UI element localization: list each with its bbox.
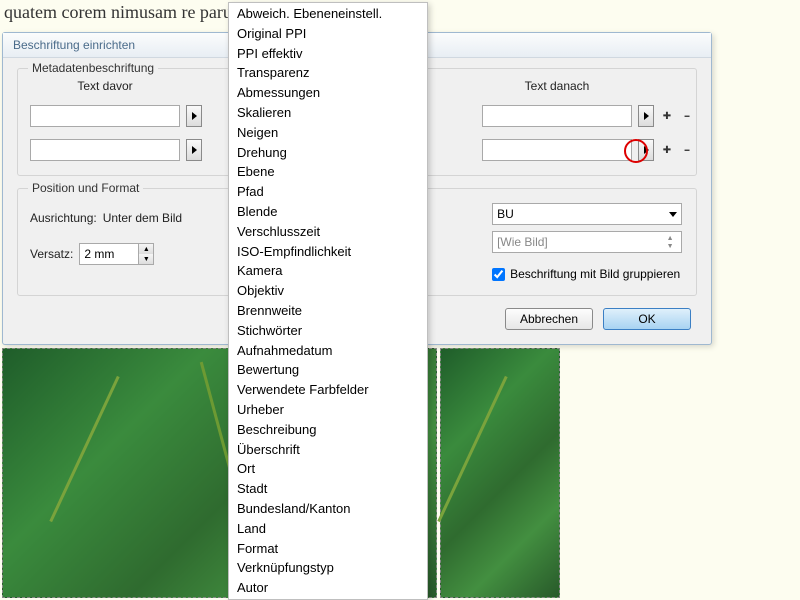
- menu-item[interactable]: Pfad: [229, 182, 427, 202]
- text-after-label: Text danach: [482, 79, 632, 93]
- menu-item[interactable]: Verschlusszeit: [229, 222, 427, 242]
- add-row-button-2[interactable]: [660, 143, 674, 157]
- spin-down-icon: ▼: [663, 242, 677, 250]
- spin-up-icon: ▲: [663, 234, 677, 242]
- menu-item[interactable]: Autor: [229, 578, 427, 598]
- menu-item[interactable]: Skalieren: [229, 103, 427, 123]
- offset-spinbox[interactable]: ▲▼: [79, 243, 154, 265]
- paragraph-style-value: BU: [497, 207, 514, 221]
- text-after-input-1[interactable]: [482, 105, 632, 127]
- group-checkbox-label: Beschriftung mit Bild gruppieren: [510, 267, 680, 281]
- text-after-menu-2[interactable]: [638, 139, 654, 161]
- alignment-label: Ausrichtung:: [30, 211, 97, 225]
- menu-item[interactable]: Urheber: [229, 400, 427, 420]
- menu-item[interactable]: Verwendete Farbfelder: [229, 380, 427, 400]
- menu-item[interactable]: Objektiv: [229, 281, 427, 301]
- layer-select[interactable]: [Wie Bild] ▲▼: [492, 231, 682, 253]
- menu-item[interactable]: Kamera: [229, 261, 427, 281]
- menu-item[interactable]: Bundesland/Kanton: [229, 499, 427, 519]
- ok-button[interactable]: OK: [603, 308, 691, 330]
- menu-item[interactable]: Stichwörter: [229, 321, 427, 341]
- menu-item[interactable]: PPI effektiv: [229, 44, 427, 64]
- text-after-menu-1[interactable]: [638, 105, 654, 127]
- chevron-right-icon: [644, 146, 649, 154]
- cancel-button[interactable]: Abbrechen: [505, 308, 593, 330]
- menu-item[interactable]: Ebene: [229, 162, 427, 182]
- menu-item[interactable]: Überschrift: [229, 440, 427, 460]
- text-before-label: Text davor: [30, 79, 180, 93]
- menu-item[interactable]: Ort: [229, 459, 427, 479]
- chevron-right-icon: [192, 112, 197, 120]
- chevron-right-icon: [192, 146, 197, 154]
- text-after-input-2[interactable]: [482, 139, 632, 161]
- menu-item[interactable]: Brennweite: [229, 301, 427, 321]
- offset-label: Versatz:: [30, 247, 73, 261]
- menu-item[interactable]: Format: [229, 539, 427, 559]
- paragraph-style-select[interactable]: BU: [492, 203, 682, 225]
- add-row-button-1[interactable]: [660, 109, 674, 123]
- menu-item[interactable]: Drehung: [229, 143, 427, 163]
- metadata-caption-title: Metadatenbeschriftung: [28, 61, 158, 75]
- menu-item[interactable]: Aufnahmedatum: [229, 341, 427, 361]
- position-format-title: Position und Format: [28, 181, 143, 195]
- alignment-value: Unter dem Bild: [103, 211, 182, 225]
- layer-value: [Wie Bild]: [497, 235, 548, 249]
- menu-item[interactable]: Abweich. Ebeneneinstell.: [229, 4, 427, 24]
- text-before-input-1[interactable]: [30, 105, 180, 127]
- menu-item[interactable]: Land: [229, 519, 427, 539]
- offset-input[interactable]: [79, 243, 139, 265]
- menu-item[interactable]: ISO-Empfindlichkeit: [229, 242, 427, 262]
- text-before-menu-2[interactable]: [186, 139, 202, 161]
- remove-row-button-2[interactable]: [680, 143, 694, 157]
- menu-item[interactable]: Neigen: [229, 123, 427, 143]
- menu-item[interactable]: Original PPI: [229, 24, 427, 44]
- menu-item[interactable]: Bewertung: [229, 360, 427, 380]
- menu-item[interactable]: Beschreibung: [229, 420, 427, 440]
- text-before-menu-1[interactable]: [186, 105, 202, 127]
- menu-item[interactable]: Abmessungen: [229, 83, 427, 103]
- group-checkbox-input[interactable]: [492, 268, 505, 281]
- spin-down-icon[interactable]: ▼: [139, 254, 153, 264]
- group-with-image-checkbox[interactable]: Beschriftung mit Bild gruppieren: [492, 267, 682, 281]
- chevron-down-icon: [669, 212, 677, 217]
- remove-row-button-1[interactable]: [680, 109, 694, 123]
- menu-item[interactable]: Verknüpfungstyp: [229, 558, 427, 578]
- metadata-dropdown-menu: Abweich. Ebeneneinstell.Original PPIPPI …: [228, 2, 428, 600]
- menu-item[interactable]: Blende: [229, 202, 427, 222]
- image-frame-right[interactable]: [440, 348, 560, 598]
- spin-up-icon[interactable]: ▲: [139, 244, 153, 254]
- chevron-right-icon: [644, 112, 649, 120]
- menu-item[interactable]: Stadt: [229, 479, 427, 499]
- menu-item[interactable]: Transparenz: [229, 63, 427, 83]
- text-before-input-2[interactable]: [30, 139, 180, 161]
